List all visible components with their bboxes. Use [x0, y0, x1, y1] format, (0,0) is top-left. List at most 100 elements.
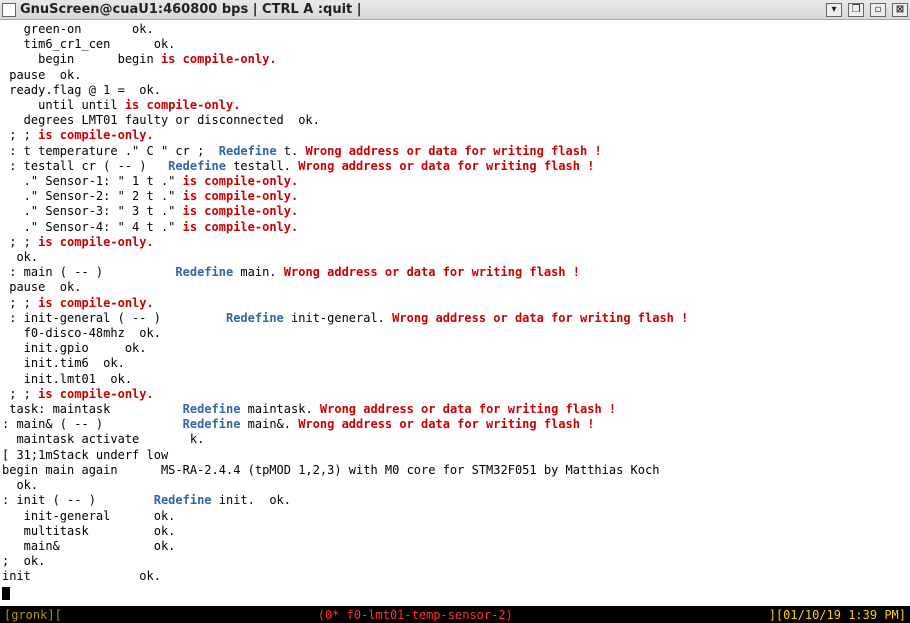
terminal-text-segment: main& ok.	[2, 539, 175, 553]
terminal-text-segment: testall.	[226, 159, 298, 173]
terminal-line: init-general ok.	[2, 509, 908, 524]
terminal-text-segment: Wrong address or data for writing flash …	[298, 159, 594, 173]
terminal-text-segment: f0-disco-48mhz ok.	[2, 326, 161, 340]
terminal-text-segment: : main ( -- )	[2, 265, 175, 279]
terminal-line: green-on ok.	[2, 22, 908, 37]
terminal-line: init.tim6 ok.	[2, 356, 908, 371]
terminal-line: ok.	[2, 478, 908, 493]
terminal-text-segment: : main& ( -- )	[2, 417, 183, 431]
terminal-text-segment: pause ok.	[2, 280, 81, 294]
terminal-text-segment: is compile-only.	[38, 128, 154, 142]
terminal-text-segment: Redefine	[183, 417, 241, 431]
terminal-text-segment: is compile-only.	[125, 98, 241, 112]
terminal-line: ." Sensor-4: " 4 t ." is compile-only.	[2, 220, 908, 235]
terminal-line: init.gpio ok.	[2, 341, 908, 356]
terminal-line: : t temperature ." C " cr ; Redefine t. …	[2, 144, 908, 159]
terminal-text-segment: is compile-only.	[183, 204, 299, 218]
terminal-line: ." Sensor-3: " 3 t ." is compile-only.	[2, 204, 908, 219]
terminal-text-segment: Redefine	[154, 493, 212, 507]
window-restore-button[interactable]: ❐	[848, 3, 864, 17]
terminal-line: pause ok.	[2, 280, 908, 295]
terminal-text-segment: tim6_cr1_cen ok.	[2, 37, 175, 51]
terminal-line: tim6_cr1_cen ok.	[2, 37, 908, 52]
terminal-text-segment: init.gpio ok.	[2, 341, 147, 355]
terminal-text-segment: pause ok.	[2, 68, 81, 82]
terminal-text-segment: green-on ok.	[2, 22, 154, 36]
terminal-text-segment: init ok.	[2, 569, 161, 583]
window-close-button[interactable]: ⊠	[892, 3, 908, 17]
terminal-line: init.lmt01 ok.	[2, 372, 908, 387]
statusbar-close-paren: )	[506, 608, 513, 622]
terminal-text-segment: ok.	[2, 250, 38, 264]
terminal-text-segment: Redefine	[175, 265, 233, 279]
terminal-text-segment: : t temperature ." C " cr ;	[2, 144, 219, 158]
terminal-text-segment: : testall cr ( -- )	[2, 159, 168, 173]
terminal-text-segment: ." Sensor-2: " 2 t ."	[2, 189, 183, 203]
terminal-line: : testall cr ( -- ) Redefine testall. Wr…	[2, 159, 908, 174]
terminal-line: ." Sensor-1: " 1 t ." is compile-only.	[2, 174, 908, 189]
terminal-line: multitask ok.	[2, 524, 908, 539]
statusbar-window: (0* f0-lmt01-temp-sensor-2)	[62, 608, 769, 622]
terminal-text-segment: ; ;	[2, 128, 38, 142]
terminal-line: [ 31;1mStack underf low	[2, 448, 908, 463]
terminal-line: : init ( -- ) Redefine init. ok.	[2, 493, 908, 508]
terminal-text-segment: Redefine	[168, 159, 226, 173]
terminal-cursor	[2, 587, 10, 600]
terminal-text-segment: init-general.	[284, 311, 392, 325]
terminal-text-segment: Wrong address or data for writing flash …	[392, 311, 688, 325]
terminal-text-segment: Wrong address or data for writing flash …	[305, 144, 601, 158]
terminal-text-segment: : init ( -- )	[2, 493, 154, 507]
terminal-text-segment: init.tim6 ok.	[2, 356, 125, 370]
terminal-text-segment: degrees LMT01 faulty or disconnected ok.	[2, 113, 320, 127]
statusbar-window-name: 0* f0-lmt01-temp-sensor-2	[325, 608, 506, 622]
terminal-text-segment: until until	[2, 98, 125, 112]
terminal-text-segment: ; ;	[2, 296, 38, 310]
statusbar-open-paren: (	[318, 608, 325, 622]
terminal-line: until until is compile-only.	[2, 98, 908, 113]
terminal-line: begin begin is compile-only.	[2, 52, 908, 67]
terminal-line: : main& ( -- ) Redefine main&. Wrong add…	[2, 417, 908, 432]
terminal-text-segment: init. ok.	[212, 493, 291, 507]
terminal-text-segment: ." Sensor-1: " 1 t ."	[2, 174, 183, 188]
terminal-text-segment: : init-general ( -- )	[2, 311, 226, 325]
terminal-text-segment: Wrong address or data for writing flash …	[284, 265, 580, 279]
window-min-button[interactable]: ▾	[826, 3, 842, 17]
terminal-line: ." Sensor-2: " 2 t ." is compile-only.	[2, 189, 908, 204]
terminal-text-segment: begin begin	[2, 52, 161, 66]
terminal-line: f0-disco-48mhz ok.	[2, 326, 908, 341]
terminal-line: maintask activate k.	[2, 432, 908, 447]
terminal-line: degrees LMT01 faulty or disconnected ok.	[2, 113, 908, 128]
terminal-line: ready.flag @ 1 = ok.	[2, 83, 908, 98]
terminal-text-segment: init-general ok.	[2, 509, 175, 523]
terminal-line: init ok.	[2, 569, 908, 584]
terminal-line: : init-general ( -- ) Redefine init-gene…	[2, 311, 908, 326]
terminal-line: ; ok.	[2, 554, 908, 569]
terminal-text-segment: main&.	[240, 417, 298, 431]
terminal-text-segment: is compile-only.	[38, 387, 154, 401]
terminal-text-segment: init.lmt01 ok.	[2, 372, 132, 386]
terminal-line: main& ok.	[2, 539, 908, 554]
window-title: GnuScreen@cuaU1:460800 bps | CTRL A :qui…	[20, 2, 820, 17]
terminal-text-segment: [ 31;1mStack underf low	[2, 448, 168, 462]
window-max-button[interactable]: ▫	[870, 3, 886, 17]
terminal-output[interactable]: green-on ok. tim6_cr1_cen ok. begin begi…	[0, 20, 910, 606]
terminal-line: : main ( -- ) Redefine main. Wrong addre…	[2, 265, 908, 280]
terminal-line: ok.	[2, 250, 908, 265]
statusbar-hostname: [gronk][	[4, 608, 62, 622]
terminal-line: ; ; is compile-only.	[2, 296, 908, 311]
terminal-text-segment: Wrong address or data for writing flash …	[298, 417, 594, 431]
terminal-text-segment: main.	[233, 265, 284, 279]
terminal-text-segment: multitask ok.	[2, 524, 175, 538]
terminal-text-segment: is compile-only.	[38, 296, 154, 310]
terminal-text-segment: ok.	[2, 478, 38, 492]
terminal-text-segment: Redefine	[219, 144, 277, 158]
terminal-text-segment: is compile-only.	[183, 220, 299, 234]
window-titlebar: GnuScreen@cuaU1:460800 bps | CTRL A :qui…	[0, 0, 910, 20]
terminal-text-segment: task: maintask	[2, 402, 183, 416]
terminal-line: ; ; is compile-only.	[2, 235, 908, 250]
screen-statusbar: [gronk][ (0* f0-lmt01-temp-sensor-2) ][0…	[0, 606, 910, 623]
terminal-text-segment: t.	[277, 144, 306, 158]
terminal-line: ; ; is compile-only.	[2, 128, 908, 143]
terminal-text-segment: Redefine	[226, 311, 284, 325]
terminal-text-segment: Redefine	[183, 402, 241, 416]
